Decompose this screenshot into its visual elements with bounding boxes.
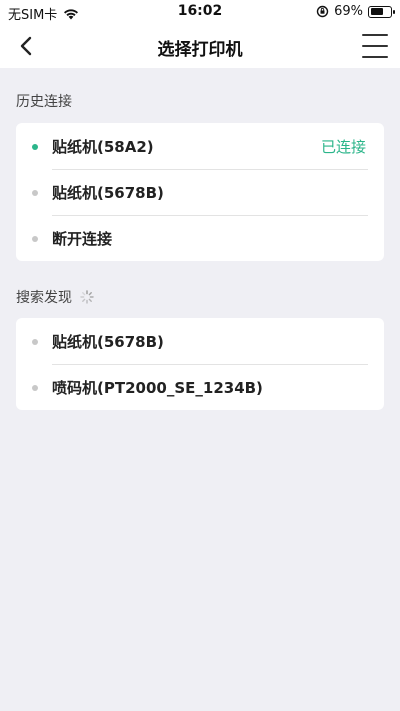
- disconnect-item[interactable]: 断开连接: [16, 215, 384, 261]
- discover-card: 贴纸机(5678B) 喷码机(PT2000_SE_1234B): [16, 318, 384, 410]
- battery-percent: 69%: [334, 4, 363, 19]
- printer-name: 贴纸机(5678B): [52, 332, 164, 351]
- discover-item-1[interactable]: 喷码机(PT2000_SE_1234B): [16, 364, 384, 410]
- battery-icon: [368, 5, 395, 18]
- status-dot: [32, 236, 38, 242]
- history-item-0[interactable]: 贴纸机(58A2) 已连接: [16, 123, 384, 169]
- menu-line-icon: [362, 56, 388, 58]
- status-dot: [32, 144, 38, 150]
- connected-status: 已连接: [320, 138, 366, 156]
- status-dot: [32, 385, 38, 391]
- battery-fill: [370, 8, 383, 15]
- history-card: 贴纸机(58A2) 已连接 贴纸机(5678B) 断开连接: [16, 123, 384, 261]
- printer-name: 贴纸机(58A2): [52, 137, 154, 156]
- loading-spinner-icon: [80, 290, 94, 304]
- history-section-label: 历史连接: [16, 91, 72, 111]
- printer-name: 贴纸机(5678B): [52, 183, 164, 202]
- printer-name: 喷码机(PT2000_SE_1234B): [52, 378, 263, 397]
- disconnect-label: 断开连接: [52, 229, 113, 248]
- menu-line-icon: [362, 34, 388, 36]
- page-title: 选择打印机: [157, 40, 243, 60]
- nav-bar: 选择打印机: [0, 24, 400, 68]
- history-item-1[interactable]: 贴纸机(5678B): [16, 169, 384, 215]
- menu-button[interactable]: [362, 34, 388, 58]
- status-dot: [32, 339, 38, 345]
- menu-line-icon: [362, 45, 388, 47]
- status-right: 69%: [316, 4, 395, 19]
- discover-label-text: 搜索发现: [16, 290, 72, 306]
- discover-section-label: 搜索发现: [16, 287, 94, 307]
- history-label-text: 历史连接: [16, 94, 72, 110]
- discover-item-0[interactable]: 贴纸机(5678B): [16, 318, 384, 364]
- status-bar: 无SIM卡 16:02 69%: [0, 0, 400, 24]
- orientation-lock-icon: [316, 5, 329, 18]
- status-dot: [32, 190, 38, 196]
